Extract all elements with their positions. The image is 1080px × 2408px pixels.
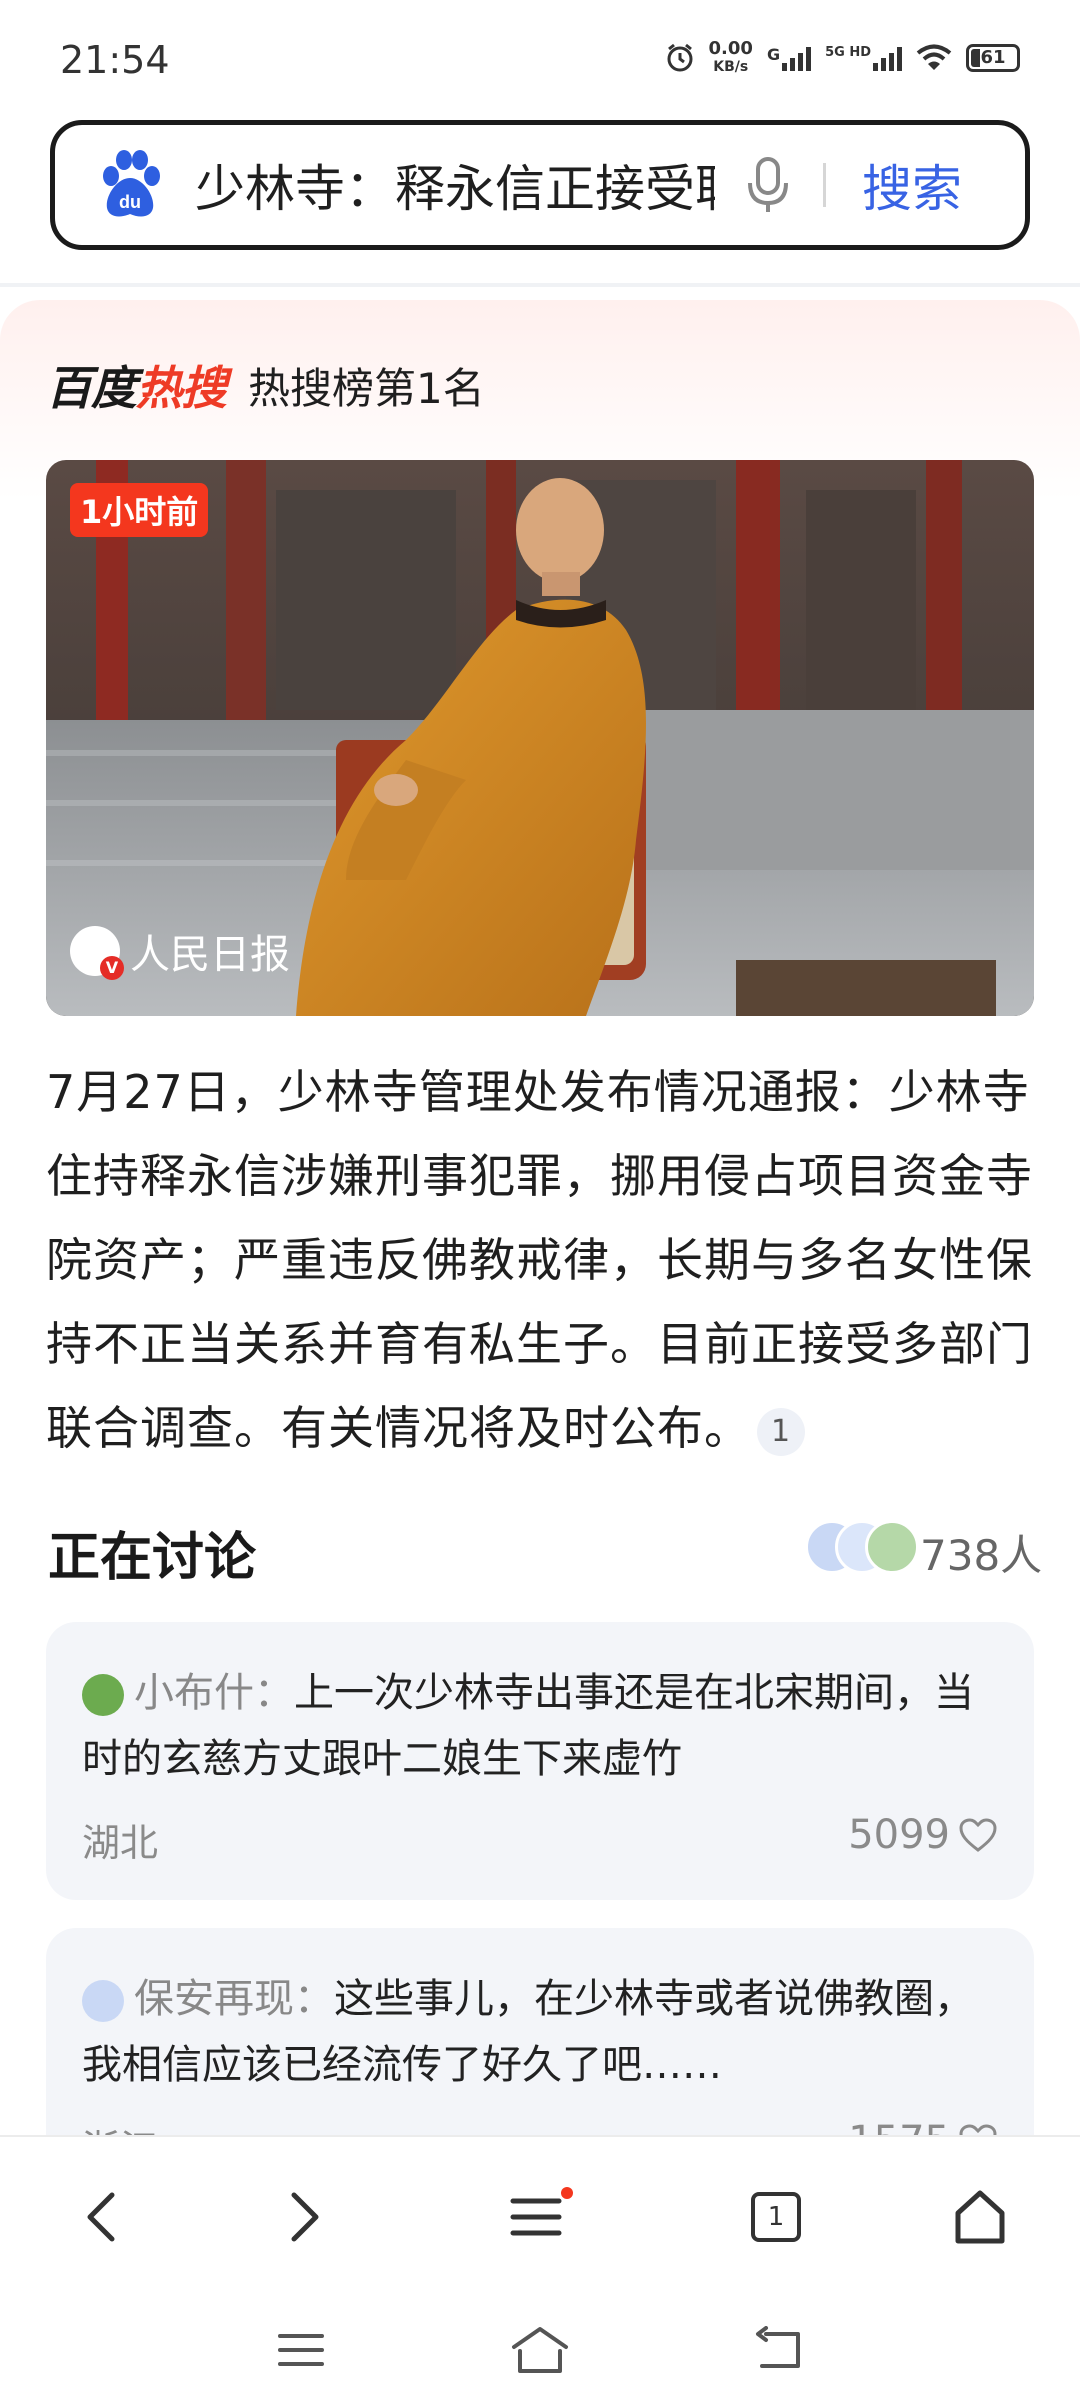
browser-toolbar: 1 (0, 2135, 1080, 2287)
renmin-ribao-logo-icon: V (70, 926, 124, 980)
comment-card[interactable]: 小布什：上一次少林寺出事还是在北宋期间，当时的玄慈方丈跟叶二娘生下来虚竹 湖北 … (46, 1622, 1034, 1900)
news-summary: 7月27日，少林寺管理处发布情况通报：少林寺住持释永信涉嫌刑事犯罪，挪用侵占项目… (46, 1050, 1036, 1470)
status-bar: 21:54 0.00 KB/s G 5G HD 61 (0, 0, 1080, 120)
signal-bars-icon (782, 45, 812, 71)
clock: 21:54 (60, 38, 170, 82)
status-icons: 0.00 KB/s G 5G HD 61 (665, 40, 1020, 76)
svg-text:du: du (119, 192, 141, 212)
hot-search-header: 百度热搜 热搜榜第1名 (46, 352, 485, 418)
comment-body: 小布什：上一次少林寺出事还是在北宋期间，当时的玄慈方丈跟叶二娘生下来虚竹 (82, 1670, 974, 1782)
participant-count[interactable]: 738人 (920, 1522, 1042, 1583)
hot-rank[interactable]: 热搜榜第1名 (248, 355, 485, 416)
battery-level: 61 (980, 47, 1006, 68)
signal-bars-icon (873, 45, 902, 71)
like-button[interactable]: 5099 (848, 1812, 998, 1858)
back-arrow-icon (756, 2326, 800, 2368)
participant-avatars (805, 1520, 919, 1574)
brand-part1: 百度 (46, 361, 137, 415)
search-button[interactable]: 搜索 (862, 149, 962, 221)
home-button[interactable] (940, 2177, 1020, 2257)
comment-user[interactable]: 小布什 (134, 1670, 254, 1716)
separator (0, 283, 1080, 287)
recent-apps-button[interactable] (266, 2315, 336, 2385)
sim2-label: 5G HD (825, 45, 871, 60)
source-name: 人民日报 (130, 932, 290, 978)
sim1-signal: G (766, 45, 812, 71)
network-speed-unit: KB/s (713, 59, 749, 75)
recents-icon (278, 2334, 324, 2366)
microphone-icon[interactable] (743, 155, 793, 215)
wifi-icon (916, 44, 952, 70)
search-bar[interactable]: du 少林寺：释永信正接受联 搜索 (50, 120, 1030, 250)
alarm-icon (667, 43, 693, 72)
system-home-button[interactable] (505, 2315, 575, 2385)
heart-icon (959, 1818, 997, 1852)
discussion-title: 正在讨论 (48, 1528, 257, 1588)
system-back-button[interactable] (745, 2315, 815, 2385)
back-button[interactable] (60, 2177, 140, 2257)
tabs-icon: 1 (751, 2192, 801, 2242)
summary-text: 7月27日，少林寺管理处发布情况通报：少林寺住持释永信涉嫌刑事犯罪，挪用侵占项目… (46, 1065, 1033, 1455)
tab-count: 1 (767, 2202, 785, 2232)
battery-icon: 61 (966, 44, 1020, 72)
baidu-paw-icon[interactable]: du (91, 146, 169, 224)
forward-button[interactable] (266, 2177, 346, 2257)
comment-user[interactable]: 保安再现 (134, 1976, 294, 2022)
home-outline-icon (512, 2327, 568, 2373)
news-source[interactable]: V 人民日报 (70, 922, 290, 980)
chevron-left-icon (87, 2192, 115, 2242)
brand-part2: 热搜 (136, 361, 227, 415)
baidu-hot-logo: 百度热搜 (46, 352, 227, 418)
search-divider (823, 163, 826, 207)
sim1-label: G (766, 45, 781, 64)
tabs-button[interactable]: 1 (736, 2177, 816, 2257)
menu-icon (510, 2187, 573, 2236)
system-nav-bar (0, 2285, 1080, 2408)
chevron-right-icon (291, 2192, 319, 2242)
time-badge: 1小时前 (70, 483, 209, 537)
network-speed: 0.00 KB/s (709, 40, 753, 76)
avatar (865, 1520, 919, 1574)
comment-body: 保安再现：这些事儿，在少林寺或者说佛教圈，我相信应该已经流传了好久了吧…… (82, 1976, 974, 2088)
search-input[interactable]: 少林寺：释永信正接受联 (195, 149, 715, 221)
sim2-signal: 5G HD (825, 45, 902, 71)
home-icon (955, 2190, 1005, 2244)
network-speed-value: 0.00 (708, 38, 753, 59)
like-count: 5099 (848, 1812, 950, 1858)
reference-badge[interactable]: 1 (757, 1407, 805, 1456)
verified-icon: V (100, 956, 124, 980)
comment-location: 湖北 (82, 1821, 159, 1865)
menu-button[interactable] (500, 2177, 580, 2257)
